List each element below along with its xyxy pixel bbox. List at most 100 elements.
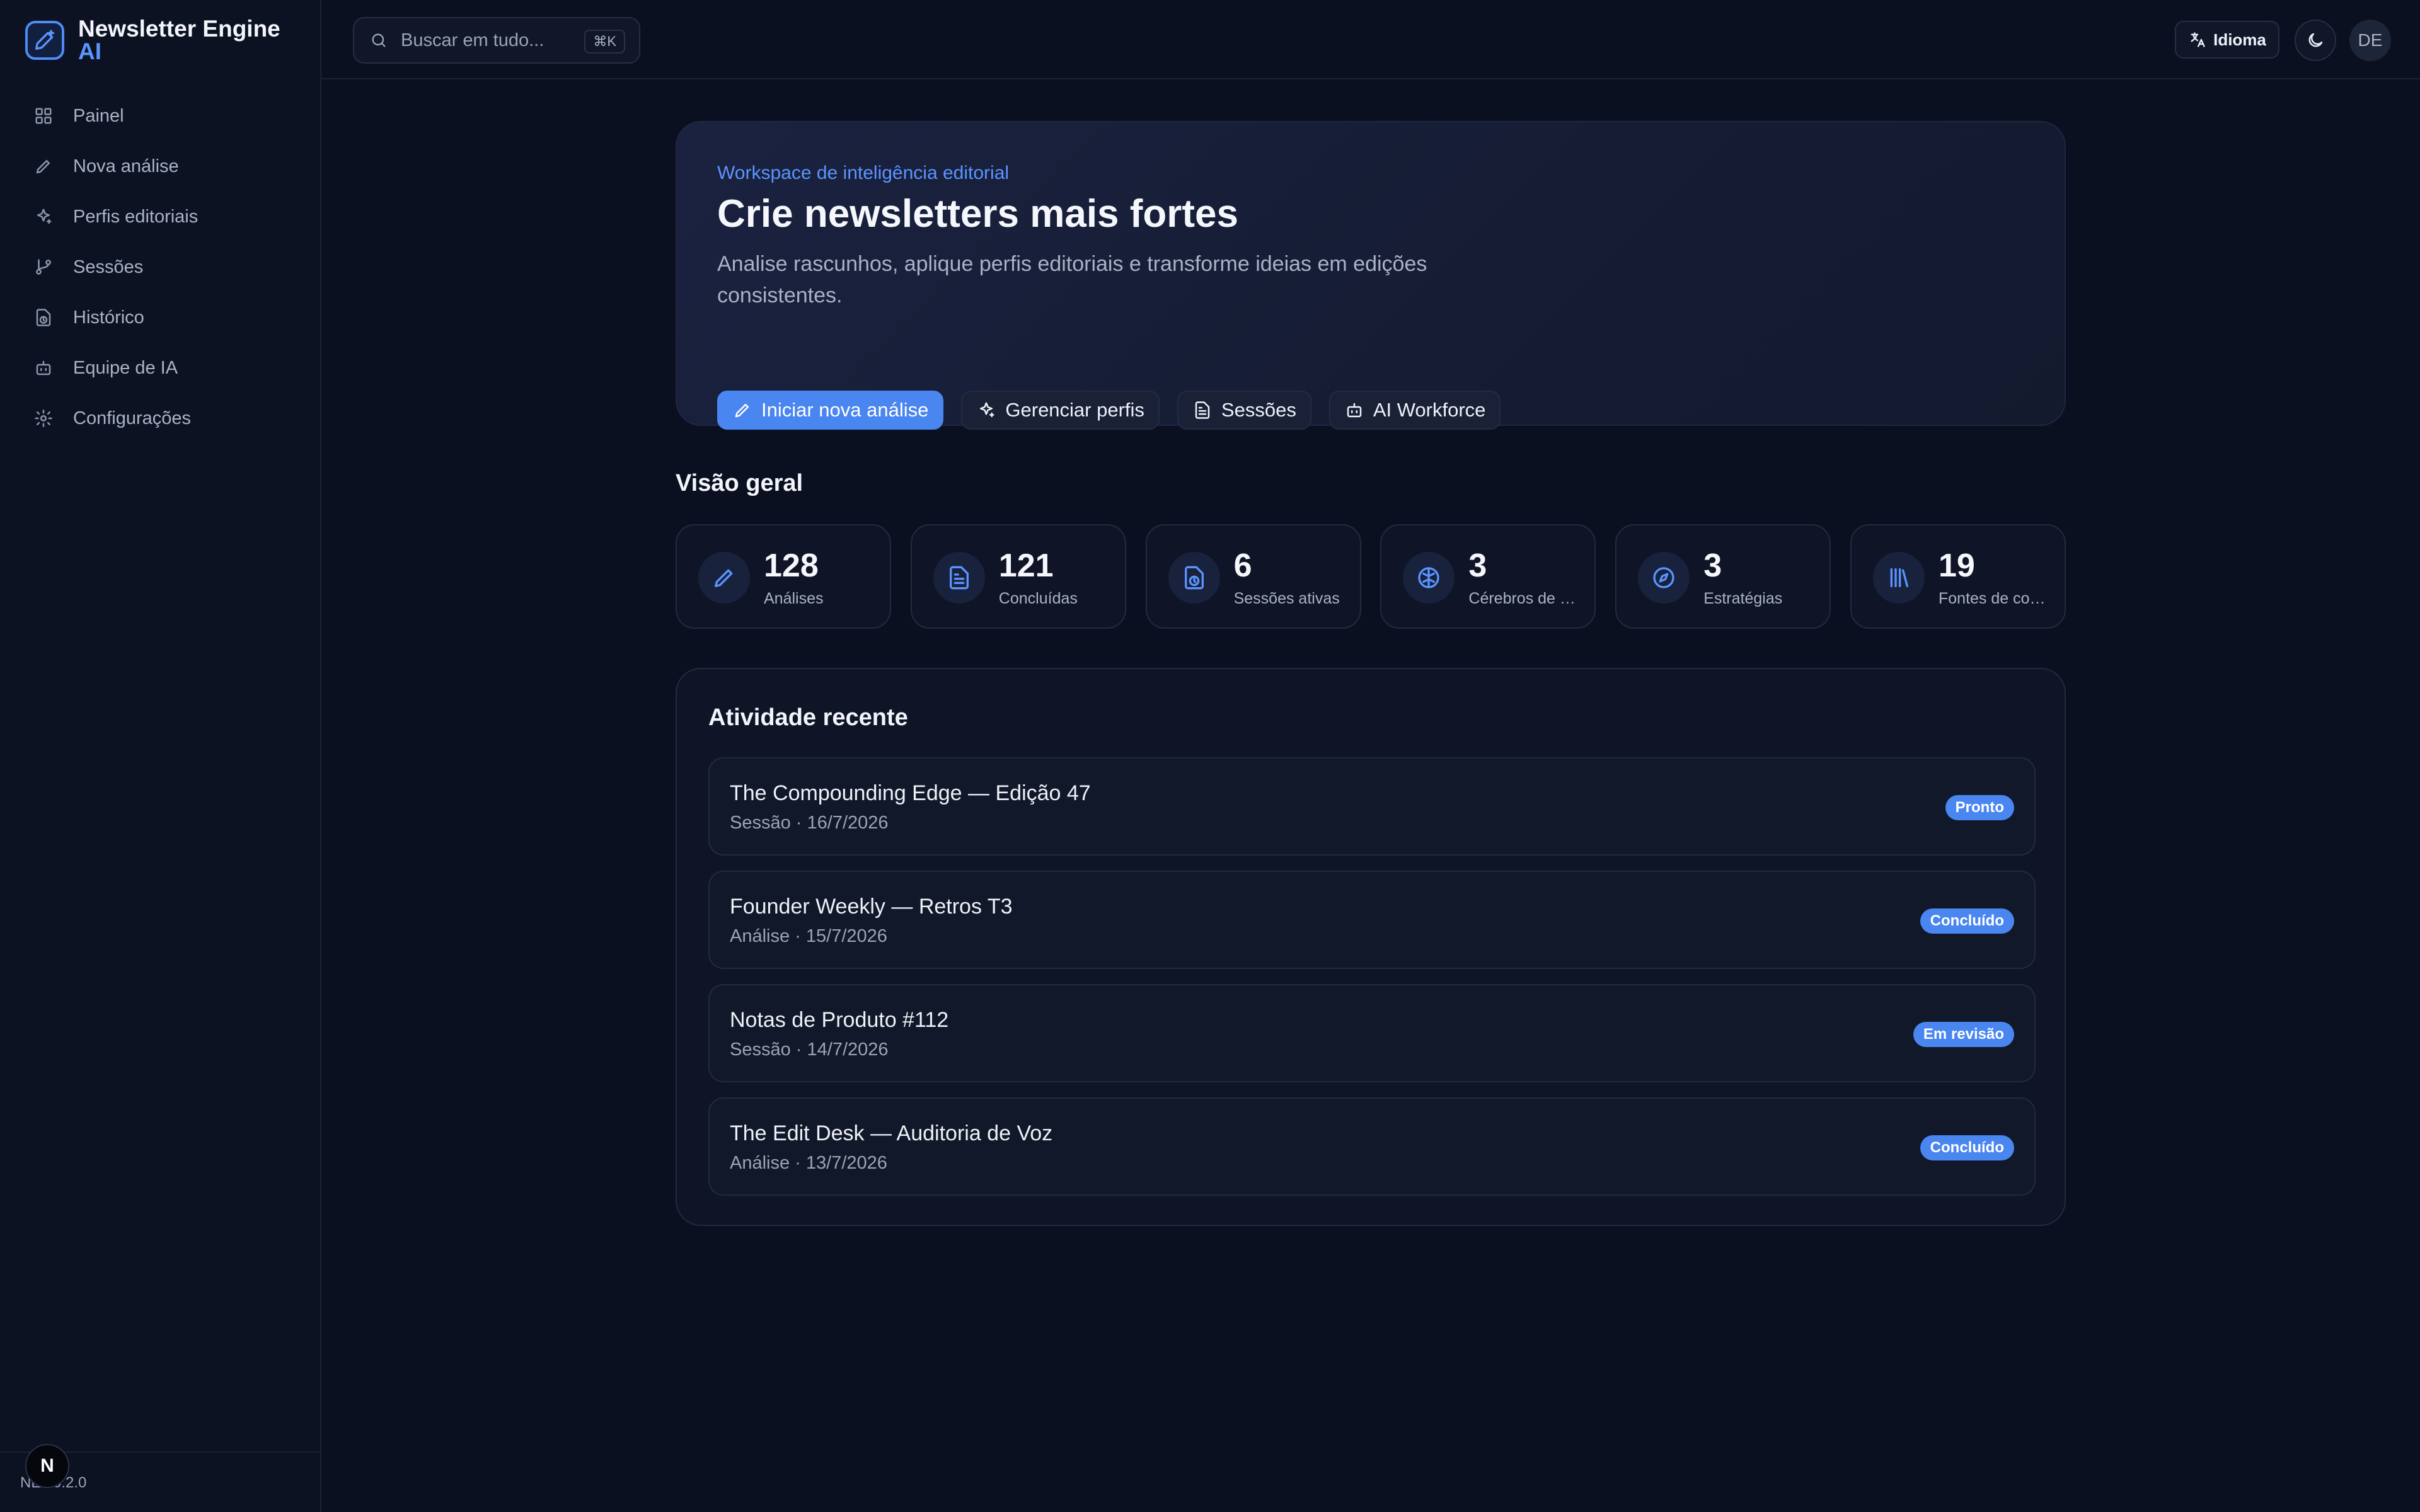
- stat-icon-wrap: [698, 552, 750, 604]
- stat-label: Sessões ativas: [1233, 590, 1340, 607]
- document-icon: [933, 552, 985, 604]
- next-logo-icon[interactable]: N: [25, 1444, 69, 1488]
- hero-actions: Iniciar nova análise Gerenciar perfis Se…: [717, 391, 1518, 430]
- app-name-suffix: AI: [78, 38, 101, 64]
- page-title: Crie newsletters mais fortes: [717, 192, 1239, 236]
- activity-item-type: Sessão: [730, 813, 791, 833]
- sessions-button[interactable]: Sessões: [1177, 391, 1311, 430]
- search-icon: [369, 31, 388, 50]
- activity-item-type: Sessão: [730, 1040, 791, 1060]
- sidebar-item-sessoes[interactable]: Sessões: [18, 244, 305, 290]
- stat-card-analyses[interactable]: 128 Análises: [676, 524, 891, 629]
- bot-icon: [1344, 400, 1364, 420]
- app-name: Newsletter Engine: [78, 16, 280, 42]
- sidebar-item-label: Nova análise: [73, 156, 179, 176]
- stat-label: Estratégias: [1703, 590, 1783, 607]
- sidebar-item-label: Equipe de IA: [73, 357, 178, 378]
- search-placeholder: Buscar em tudo...: [401, 30, 544, 50]
- stat-label: Fontes de conteúdo: [1938, 590, 2052, 607]
- avatar[interactable]: DE: [2349, 20, 2391, 61]
- pen-icon: [732, 400, 752, 420]
- stat-icon-wrap: [1638, 552, 1690, 604]
- search-shortcut: ⌘K: [584, 30, 625, 54]
- stat-card-voice-brains[interactable]: 3 Cérebros de voz: [1380, 524, 1596, 629]
- stat-card-completed[interactable]: 121 Concluídas: [910, 524, 1126, 629]
- stat-card-active-sessions[interactable]: 6 Sessões ativas: [1145, 524, 1361, 629]
- hero-eyebrow: Workspace de inteligência editorial: [717, 163, 1010, 183]
- activity-item-title: Notas de Produto #112: [730, 1008, 949, 1032]
- stat-icon-wrap: [933, 552, 985, 604]
- stat-value: 19: [1938, 547, 1975, 584]
- theme-toggle-button[interactable]: [2295, 20, 2336, 61]
- sidebar-footer: NE v0.2.0 N: [0, 1444, 320, 1512]
- hero-card: Workspace de inteligência editorial Crie…: [676, 121, 2066, 430]
- status-badge: Em revisão: [1913, 1022, 2014, 1047]
- gear-icon: [33, 408, 54, 429]
- stat-card-content-sources[interactable]: 19 Fontes de conteúdo: [1850, 524, 2066, 629]
- git-branch-icon: [33, 256, 54, 278]
- sidebar-item-configuracoes[interactable]: Configurações: [18, 395, 305, 442]
- activity-item-title: Founder Weekly — Retros T3: [730, 895, 1013, 919]
- document-icon: [1192, 400, 1213, 420]
- brain-icon: [1403, 552, 1455, 604]
- stat-icon-wrap: [1872, 552, 1925, 604]
- stat-value: 3: [1703, 547, 1722, 584]
- overview-title: Visão geral: [676, 470, 804, 496]
- stat-label: Cérebros de voz: [1468, 590, 1582, 607]
- sidebar-item-nova-analise[interactable]: Nova análise: [18, 143, 305, 190]
- sidebar-item-perfis-editoriais[interactable]: Perfis editoriais: [18, 193, 305, 240]
- activity-item-title: The Edit Desk — Auditoria de Voz: [730, 1121, 1053, 1145]
- sidebar: Newsletter Engine AI Painel Nova análise: [0, 0, 321, 1512]
- sparkles-icon: [976, 400, 996, 420]
- status-badge: Concluído: [1920, 1135, 2014, 1160]
- stat-card-strategies[interactable]: 3 Estratégias: [1615, 524, 1831, 629]
- main-content: Workspace de inteligência editorial Crie…: [321, 79, 2420, 1512]
- stat-value: 121: [998, 547, 1054, 584]
- activity-item-date: 14/7/2026: [807, 1040, 889, 1060]
- activity-item-date: 15/7/2026: [805, 926, 887, 946]
- translate-icon: [2188, 30, 2207, 49]
- activity-item-meta: Sessão · 14/7/2026: [730, 1040, 889, 1060]
- button-label: Iniciar nova análise: [761, 399, 929, 421]
- stat-value: 6: [1233, 547, 1252, 584]
- activity-item-type: Análise: [730, 1153, 790, 1173]
- status-badge: Pronto: [1945, 795, 2014, 820]
- brand-text: Newsletter Engine AI: [78, 16, 280, 64]
- activity-item-date: 13/7/2026: [805, 1153, 887, 1173]
- activity-item-meta: Sessão · 16/7/2026: [730, 813, 889, 833]
- sidebar-item-historico[interactable]: Histórico: [18, 294, 305, 341]
- activity-list: The Compounding Edge — Edição 47 Sessão …: [708, 757, 2036, 1211]
- button-label: Gerenciar perfis: [1005, 399, 1144, 421]
- bot-icon: [33, 357, 54, 379]
- brand[interactable]: Newsletter Engine AI: [25, 16, 280, 64]
- manage-profiles-button[interactable]: Gerenciar perfis: [961, 391, 1160, 430]
- activity-item[interactable]: The Edit Desk — Auditoria de Voz Análise…: [708, 1097, 2036, 1196]
- search-input[interactable]: Buscar em tudo... ⌘K: [353, 17, 640, 64]
- stats-grid: 128 Análises 121 Concluídas 6 Sessões at…: [676, 524, 2066, 629]
- sidebar-item-label: Histórico: [73, 307, 144, 328]
- language-button[interactable]: Idioma: [2175, 21, 2279, 59]
- file-clock-icon: [33, 307, 54, 328]
- activity-item[interactable]: Notas de Produto #112 Sessão · 14/7/2026…: [708, 984, 2036, 1082]
- activity-item-title: The Compounding Edge — Edição 47: [730, 781, 1091, 805]
- compass-icon: [1638, 552, 1690, 604]
- start-analysis-button[interactable]: Iniciar nova análise: [717, 391, 944, 430]
- recent-activity-title: Atividade recente: [708, 704, 908, 731]
- pen-icon: [698, 552, 750, 604]
- activity-item[interactable]: Founder Weekly — Retros T3 Análise · 15/…: [708, 871, 2036, 969]
- sidebar-item-painel[interactable]: Painel: [18, 93, 305, 139]
- stat-label: Análises: [764, 590, 824, 607]
- sidebar-item-equipe-de-ia[interactable]: Equipe de IA: [18, 345, 305, 391]
- activity-item-type: Análise: [730, 926, 790, 946]
- library-icon: [1873, 552, 1925, 604]
- recent-activity-card: Atividade recente The Compounding Edge —…: [676, 668, 2066, 1226]
- activity-item[interactable]: The Compounding Edge — Edição 47 Sessão …: [708, 757, 2036, 856]
- ai-workforce-button[interactable]: AI Workforce: [1328, 391, 1501, 430]
- sparkles-icon: [33, 206, 54, 227]
- stat-value: 128: [764, 547, 819, 584]
- activity-item-date: 16/7/2026: [807, 813, 889, 833]
- language-label: Idioma: [2213, 30, 2266, 49]
- sidebar-item-label: Configurações: [73, 408, 191, 428]
- status-badge: Concluído: [1920, 908, 2014, 934]
- stat-label: Concluídas: [998, 590, 1078, 607]
